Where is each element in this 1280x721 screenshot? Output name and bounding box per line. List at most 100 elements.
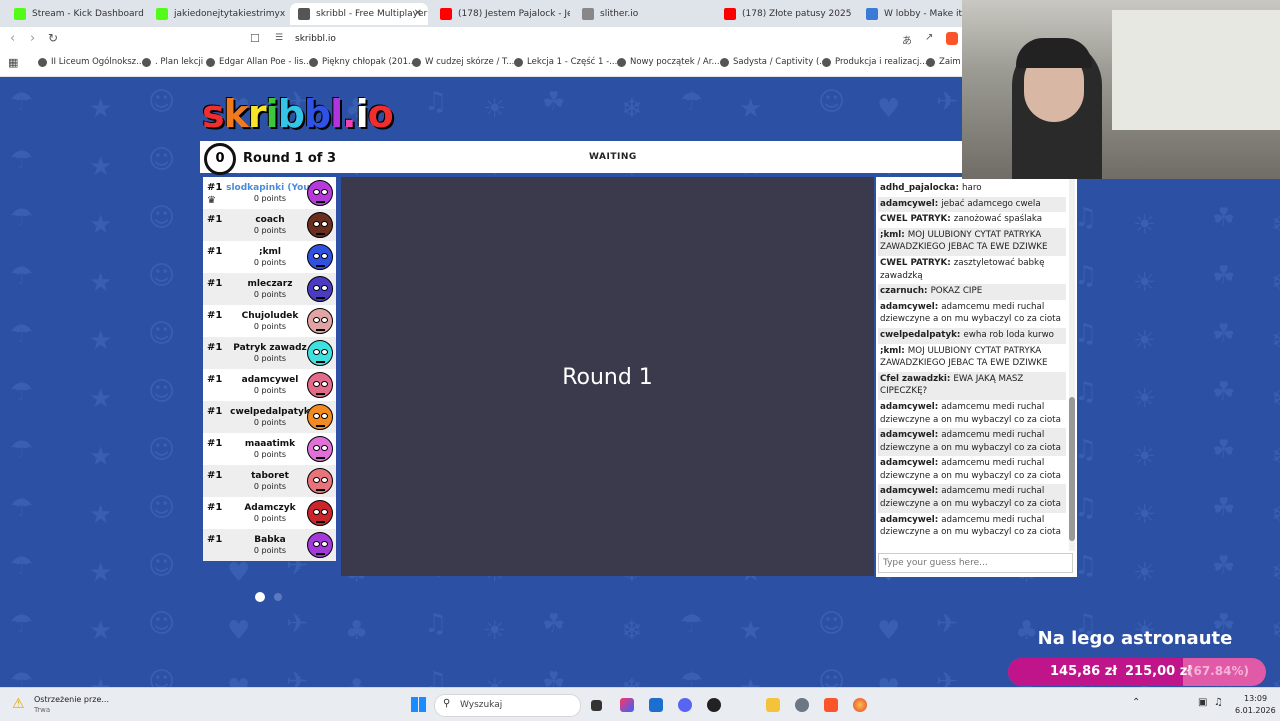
background-doodle-icon: ❄ [1271, 558, 1280, 588]
player-row[interactable]: #1 cwelpedalpatyk 0 points [203, 401, 336, 433]
bookmark-item[interactable]: Sadysta / Captivity (... [720, 57, 827, 67]
firefox-icon[interactable] [853, 698, 867, 712]
bookmark-item[interactable]: II Liceum Ogólnoksz... [38, 57, 144, 67]
chat-message: ;kml: MOJ ULUBIONY CYTAT PATRYKA ZAWADZK… [878, 344, 1066, 372]
clock-time[interactable]: 13:09 [1244, 694, 1267, 703]
task-view-icon[interactable] [591, 700, 602, 711]
browser-tab[interactable]: slither.io [574, 3, 712, 25]
player-row[interactable]: #1 adamcywel 0 points [203, 369, 336, 401]
app-icon[interactable] [707, 698, 721, 712]
avatar-eye [321, 477, 328, 483]
background-doodle-icon: ★ [89, 558, 113, 588]
player-row[interactable]: #1 mleczarz 0 points [203, 273, 336, 305]
reload-icon[interactable]: ↻ [48, 31, 58, 45]
player-points: 0 points [253, 290, 287, 299]
player-row[interactable]: #1 ;kml 0 points [203, 241, 336, 273]
background-doodle-icon: ☺ [148, 377, 176, 407]
background-doodle-icon: ✈ [286, 667, 308, 687]
warning-icon[interactable]: ⚠ [12, 696, 25, 712]
background-doodle-icon: ☂ [680, 87, 704, 117]
background-doodle-icon: ★ [89, 384, 113, 414]
player-row[interactable]: #1 slodkapinki (You) 0 points ♛ [203, 177, 336, 209]
browser-tab[interactable]: (178) Jestem Pajalock - Je [432, 3, 570, 25]
site-info-icon[interactable]: ☰ [275, 33, 283, 43]
player-row[interactable]: #1 Babka 0 points [203, 529, 336, 561]
carousel-dot-active[interactable] [255, 592, 265, 602]
copilot-icon[interactable] [620, 698, 634, 712]
background-doodle-icon: ✈ [936, 667, 958, 687]
avatar-eye [321, 413, 328, 419]
chat-scroll-thumb[interactable] [1069, 397, 1075, 541]
store-icon[interactable] [649, 698, 663, 712]
browser-tab[interactable]: Stream - Kick Dashboard [6, 3, 144, 25]
clock-date[interactable]: 6.01.2026 [1235, 706, 1276, 715]
bookmark-item[interactable]: Nowy początek / Ar... [617, 57, 720, 67]
background-doodle-icon: ☂ [10, 377, 34, 407]
tray-chevron-icon[interactable]: ⌃ [1132, 697, 1140, 708]
brave-icon[interactable] [824, 698, 838, 712]
browser-tab[interactable]: skribbl - Free Multiplayer D ✕ [290, 3, 428, 25]
bookmark-item[interactable]: . Plan lekcji [142, 57, 203, 67]
background-doodle-icon: ♫ [424, 87, 448, 117]
address-bar[interactable]: skribbl.io [295, 34, 336, 44]
browser-tab[interactable]: (178) Złote patusy 2025 - YouT [716, 3, 854, 25]
bookmark-item[interactable]: Edgar Allan Poe - lis... [206, 57, 311, 67]
discord-icon[interactable] [678, 698, 692, 712]
player-row[interactable]: #1 maaatimk 0 points [203, 433, 336, 465]
tab-favicon-icon [298, 8, 310, 20]
background-doodle-icon: ☂ [10, 609, 34, 639]
notification-title[interactable]: Ostrzeżenie prze... [34, 695, 109, 704]
browser-toolbar: ‹ › ↻ ☐ ☰ skribbl.io あ ↗ [0, 27, 962, 52]
forward-icon[interactable]: › [30, 31, 35, 46]
back-icon[interactable]: ‹ [10, 31, 15, 46]
windows-start-icon[interactable] [411, 697, 426, 712]
background-doodle-icon: ☂ [680, 609, 704, 639]
player-row[interactable]: #1 Adamczyk 0 points [203, 497, 336, 529]
game-status: WAITING [589, 152, 637, 162]
avatar-eye [321, 541, 328, 547]
network-icon[interactable]: ▣ [1198, 697, 1207, 708]
brave-shield-icon[interactable] [946, 32, 958, 45]
background-doodle-icon: ❄ [1271, 210, 1280, 240]
background-doodle-icon: ☘ [1212, 493, 1236, 523]
bookmark-item[interactable]: Lekcja 1 - Część 1 -... [514, 57, 617, 67]
skribbl-logo[interactable]: skribbl.io [202, 92, 394, 136]
settings-icon[interactable] [795, 698, 809, 712]
background-doodle-icon: ♫ [1074, 377, 1098, 407]
bookmark-label: Piękny chłopak (201... [322, 57, 417, 67]
chat-author: ;kml: [880, 229, 908, 240]
player-row[interactable]: #1 Chujoludek 0 points [203, 305, 336, 337]
bookmark-item[interactable]: W cudzej skórze / T... [412, 57, 514, 67]
player-row[interactable]: #1 coach 0 points [203, 209, 336, 241]
canvas-overlay-text: Round 1 [562, 365, 653, 390]
guess-input[interactable] [878, 553, 1073, 573]
chat-text: haro [961, 183, 982, 193]
browser-tab[interactable]: jakiedonejtytakiestrimyxD Strea [148, 3, 286, 25]
chat-message: Cfel zawadzki: EWA JAKĄ MASZ CIPECZKĘ? [878, 371, 1066, 400]
avatar-mouth [316, 390, 325, 395]
player-row[interactable]: #1 taboret 0 points [203, 465, 336, 497]
chat-text: ewha rob loda kurwo [963, 329, 1054, 340]
taskbar-search[interactable]: ⚲ Wyszukaj [434, 694, 581, 717]
player-row[interactable]: #1 Patryk zawadz 0 points [203, 337, 336, 369]
chat-scrollbar[interactable] [1069, 179, 1075, 551]
background-doodle-icon: ☺ [148, 203, 176, 233]
apps-icon[interactable]: ▦ [8, 56, 18, 69]
tab-close-icon[interactable]: ✕ [414, 8, 422, 19]
background-doodle-icon: ★ [89, 500, 113, 530]
volume-icon[interactable]: ♫ [1214, 697, 1223, 708]
share-icon[interactable]: ↗ [925, 32, 933, 43]
donation-goal-title: Na lego astronaute [1037, 628, 1233, 649]
logo-letter: b [303, 92, 331, 136]
bookmark-item[interactable]: Piękny chłopak (201... [309, 57, 416, 67]
translate-icon[interactable]: あ [902, 32, 912, 47]
background-doodle-icon: ★ [89, 268, 113, 298]
avatar-mouth [316, 230, 325, 235]
browser-tab[interactable]: W lobby - Make it Meme [858, 3, 962, 25]
carousel-dot[interactable] [274, 593, 282, 601]
bookmark-item[interactable]: Produkcja i realizacj... [822, 57, 927, 67]
explorer-icon[interactable] [766, 698, 780, 712]
bookmark-star-icon[interactable]: ☐ [250, 32, 260, 45]
bookmark-item[interactable]: Zaim [926, 57, 961, 67]
tab-favicon-icon [156, 8, 168, 20]
